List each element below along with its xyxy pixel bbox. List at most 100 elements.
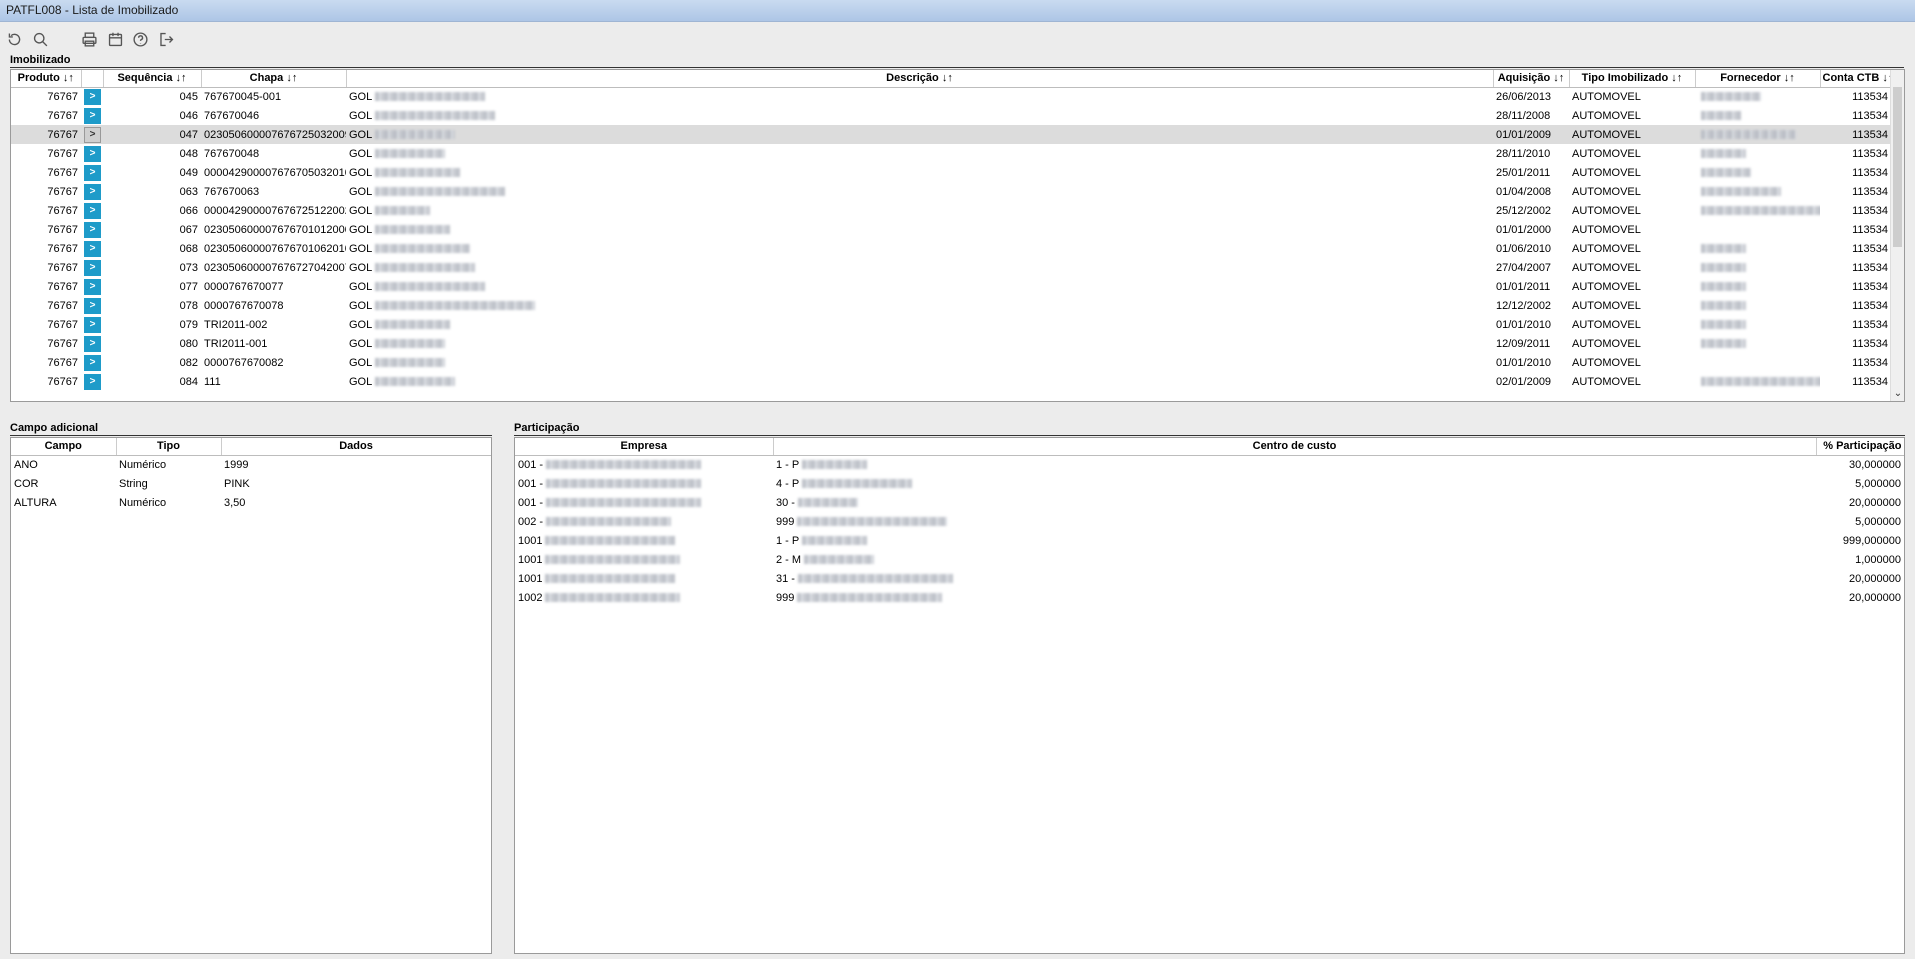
cell-descricao: GOL <box>346 334 1493 353</box>
imobilizado-scrollbar[interactable]: ⌄ <box>1890 70 1904 401</box>
redacted-text <box>1701 111 1741 121</box>
cell-aquisicao: 27/04/2007 <box>1496 261 1552 274</box>
row-detail-button[interactable]: > <box>84 126 101 143</box>
column-header[interactable]: Empresa <box>515 438 774 456</box>
column-header[interactable]: Chapa ↓↑ <box>201 70 347 88</box>
table-row[interactable]: 76767 >045 767670045-001 GOL 26/06/2013 AUTOM… <box>11 87 1891 106</box>
row-detail-button[interactable]: > <box>84 145 101 162</box>
table-row[interactable]: 1002 999 20,000000 <box>515 588 1904 607</box>
table-row[interactable]: 002 - 999 5,000000 <box>515 512 1904 531</box>
row-detail-button[interactable]: > <box>84 107 101 124</box>
table-row[interactable]: 76767 >079 TRI2011-002 GOL 01/01/2010 AUTOMOV… <box>11 315 1891 334</box>
table-row[interactable]: COR String PINK <box>11 474 491 493</box>
centro-code: 30 - <box>776 496 795 509</box>
cell-sequencia: 082 <box>179 356 198 369</box>
table-row[interactable]: 76767 >068 023050600007676701062010 GOL 01/0… <box>11 239 1891 258</box>
refresh-icon[interactable] <box>4 29 24 49</box>
row-detail-button[interactable]: > <box>84 316 101 333</box>
cell-sequencia: 084 <box>179 375 198 388</box>
cell-empresa: 001 - <box>515 493 773 512</box>
column-header[interactable]: Tipo <box>116 438 222 456</box>
row-detail-button[interactable]: > <box>84 373 101 390</box>
table-row[interactable]: 76767 >078 0000767670078 GOL 12/12/2002 AUTOM… <box>11 296 1891 315</box>
column-header[interactable] <box>81 70 104 88</box>
column-header[interactable]: Produto ↓↑ <box>11 70 82 88</box>
row-detail-button[interactable]: > <box>84 183 101 200</box>
table-row[interactable]: 76767 >082 0000767670082 GOL 01/01/2010 AUTOM… <box>11 353 1891 372</box>
row-detail-button[interactable]: > <box>84 297 101 314</box>
table-row[interactable]: 76767 >048 767670048 GOL 28/11/2010 AUTOMOVEL… <box>11 144 1891 163</box>
search-icon[interactable] <box>30 29 50 49</box>
row-detail-button[interactable]: > <box>84 335 101 352</box>
cell-produto: 76767 <box>47 223 78 236</box>
column-header[interactable]: Sequência ↓↑ <box>103 70 202 88</box>
row-detail-button[interactable]: > <box>84 259 101 276</box>
cell-centro-custo: 1 - P <box>773 455 1816 474</box>
row-detail-button[interactable]: > <box>84 202 101 219</box>
cell-aquisicao: 28/11/2010 <box>1496 147 1551 160</box>
redacted-text <box>545 593 681 603</box>
scrollbar-thumb[interactable] <box>1893 87 1902 247</box>
table-row[interactable]: 001 - 30 - 20,000000 <box>515 493 1904 512</box>
row-detail-button[interactable]: > <box>84 88 101 105</box>
table-row[interactable]: 76767 >066 000042900007676725122002 GOL 25/1… <box>11 201 1891 220</box>
centro-code: 999 <box>776 515 795 528</box>
table-row[interactable]: 1001 1 - P 999,000000 <box>515 531 1904 550</box>
column-header[interactable]: Fornecedor ↓↑ <box>1695 70 1821 88</box>
redacted-text <box>797 498 858 508</box>
table-row[interactable]: 76767 >080 TRI2011-001 GOL 12/09/2011 AUTOMOV… <box>11 334 1891 353</box>
cell-conta: 113534 <box>1852 223 1888 236</box>
exit-icon[interactable] <box>156 29 176 49</box>
campo-adicional-panel: Campo Tipo Dados ANO Numérico 1999 COR String P… <box>10 437 492 954</box>
table-row[interactable]: 76767 >073 023050600007676727042007 GOL 27/0… <box>11 258 1891 277</box>
imobilizado-table: Produto ↓↑ Sequência ↓↑ Chapa ↓↑ Descrição … <box>11 70 1892 391</box>
row-detail-button[interactable]: > <box>84 278 101 295</box>
row-detail-button[interactable]: > <box>84 221 101 238</box>
table-row[interactable]: 76767 >063 767670063 GOL 01/04/2008 AUTOMOVEL… <box>11 182 1891 201</box>
cell-conta: 113534 <box>1852 337 1888 350</box>
table-row[interactable]: 76767 >077 0000767670077 GOL 01/01/2011 AUTOM… <box>11 277 1891 296</box>
calendar-icon[interactable] <box>105 29 125 49</box>
help-icon[interactable] <box>130 29 150 49</box>
column-header[interactable]: Conta CTB ↓↑ <box>1820 70 1892 88</box>
cell-participacao: 30,000000 <box>1849 458 1901 471</box>
row-detail-button[interactable]: > <box>84 240 101 257</box>
cell-sequencia: 068 <box>179 242 198 255</box>
table-row[interactable]: 76767 >047 023050600007676725032009 GOL 01/0… <box>11 125 1891 144</box>
redacted-text <box>802 460 868 470</box>
redacted-text <box>375 358 446 368</box>
column-header[interactable]: Centro de custo <box>773 438 1817 456</box>
cell-sequencia: 046 <box>179 109 198 122</box>
descricao-text: GOL <box>349 337 373 350</box>
scroll-down-icon[interactable]: ⌄ <box>1891 388 1904 400</box>
cell-fornecedor <box>1695 182 1820 201</box>
descricao-text: GOL <box>349 223 373 236</box>
table-row[interactable]: 1001 2 - M 1,000000 <box>515 550 1904 569</box>
redacted-text <box>1701 149 1746 159</box>
row-detail-button[interactable]: > <box>84 164 101 181</box>
table-row[interactable]: 001 - 4 - P 5,000000 <box>515 474 1904 493</box>
print-icon[interactable] <box>79 29 99 49</box>
table-row[interactable]: 76767 >084 111 GOL 02/01/2009 AUTOMOVEL 113534 <box>11 372 1891 391</box>
redacted-text <box>1701 168 1751 178</box>
column-header[interactable]: Tipo Imobilizado ↓↑ <box>1569 70 1696 88</box>
column-header[interactable]: % Participação <box>1816 438 1904 456</box>
column-header[interactable]: Aquisição ↓↑ <box>1493 70 1570 88</box>
table-row[interactable]: ANO Numérico 1999 <box>11 455 491 474</box>
cell-aquisicao: 12/09/2011 <box>1496 337 1551 350</box>
table-row[interactable]: 001 - 1 - P 30,000000 <box>515 455 1904 474</box>
table-row[interactable]: 76767 >049 000042900007676705032010 GOL 25/0… <box>11 163 1891 182</box>
descricao-text: GOL <box>349 166 373 179</box>
table-row[interactable]: 76767 >046 767670046 GOL 28/11/2008 AUTOMOVEL… <box>11 106 1891 125</box>
cell-empresa: 001 - <box>515 474 773 493</box>
empresa-code: 001 - <box>518 496 544 509</box>
row-detail-button[interactable]: > <box>84 354 101 371</box>
column-header[interactable]: Descrição ↓↑ <box>346 70 1494 88</box>
table-row[interactable]: 76767 >067 023050600007676701012000 GOL 01/0… <box>11 220 1891 239</box>
cell-fornecedor <box>1695 353 1820 372</box>
cell-tipo: Numérico <box>119 496 167 509</box>
table-row[interactable]: ALTURA Numérico 3,50 <box>11 493 491 512</box>
table-row[interactable]: 1001 31 - 20,000000 <box>515 569 1904 588</box>
column-header[interactable]: Dados <box>221 438 491 456</box>
column-header[interactable]: Campo <box>11 438 117 456</box>
